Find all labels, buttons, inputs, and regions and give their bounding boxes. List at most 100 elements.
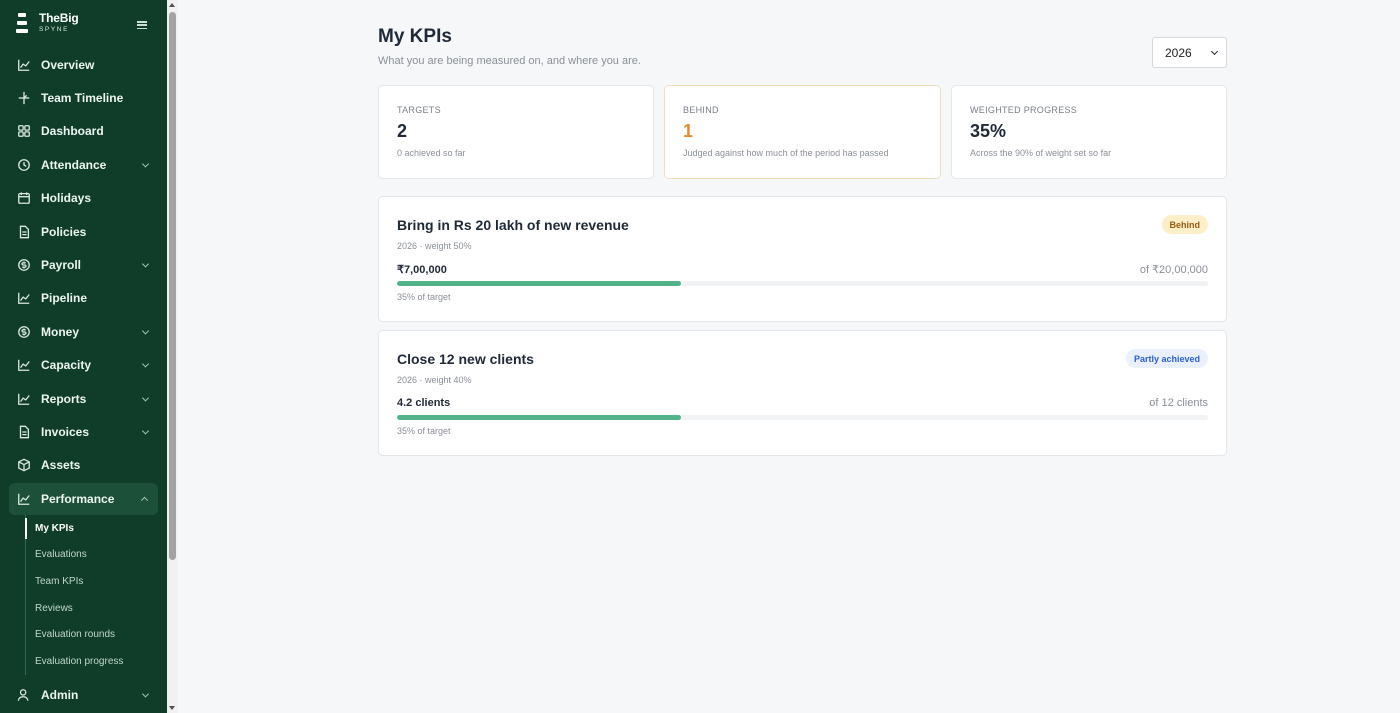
chart-line-icon <box>17 492 31 506</box>
kpi-card[interactable]: Close 12 new clients 2026 · weight 40% 4… <box>378 330 1227 456</box>
brand-subtitle: SPYNE <box>39 26 70 33</box>
sidebar-item-holidays[interactable]: Holidays <box>0 182 167 215</box>
sidebar-item-capacity[interactable]: Capacity <box>0 349 167 382</box>
subnav-item-my-kpis[interactable]: My KPIs <box>26 515 167 542</box>
sidebar-item-overview[interactable]: Overview <box>0 48 167 81</box>
sidebar-item-admin[interactable]: Admin <box>0 679 167 712</box>
sidebar-item-reports[interactable]: Reports <box>0 382 167 415</box>
scroll-up-arrow-icon[interactable] <box>169 3 175 7</box>
sidebar-item-label: Team Timeline <box>41 91 124 106</box>
stat-value: 1 <box>683 121 694 141</box>
stat-note: 0 achieved so far <box>397 148 466 158</box>
kpi-meta: 2026 · weight 40% <box>397 375 472 385</box>
performance-subnav: My KPIs Evaluations Team KPIs Reviews Ev… <box>25 515 167 675</box>
status-badge: Partly achieved <box>1125 349 1208 368</box>
kpi-percent-label: 35% of target <box>397 426 451 436</box>
brand-logo-icon <box>16 12 30 33</box>
chart-line-icon <box>17 291 31 305</box>
stat-card-targets: TARGETS 2 0 achieved so far <box>378 85 654 179</box>
chevron-down-icon <box>141 327 150 335</box>
sidebar-item-money[interactable]: Money <box>0 315 167 348</box>
kpi-target-value: of ₹20,00,000 <box>1139 264 1208 276</box>
stat-card-weighted-progress: WEIGHTED PROGRESS 35% Across the 90% of … <box>951 85 1227 179</box>
sidebar-item-assets[interactable]: Assets <box>0 449 167 482</box>
scrollbar-thumb[interactable] <box>169 12 176 560</box>
stat-label: TARGETS <box>397 105 441 115</box>
chart-line-icon <box>17 58 31 72</box>
kpi-progress-bar <box>397 281 1208 286</box>
stat-value: 35% <box>970 121 1007 141</box>
chevron-down-icon <box>141 394 150 402</box>
sidebar-item-payroll[interactable]: Payroll <box>0 248 167 281</box>
document-icon <box>17 425 31 439</box>
kpi-meta: 2026 · weight 50% <box>397 241 472 251</box>
stat-note: Across the 90% of weight set so far <box>970 148 1112 158</box>
currency-icon <box>17 258 31 272</box>
kpi-target-value: of 12 clients <box>1149 397 1208 409</box>
chart-line-icon <box>17 392 31 406</box>
chevron-down-icon <box>141 260 150 268</box>
chart-line-icon <box>17 358 31 372</box>
kpi-title: Bring in Rs 20 lakh of new revenue <box>397 217 629 233</box>
sidebar-item-performance[interactable]: Performance <box>9 483 158 516</box>
currency-icon <box>17 325 31 339</box>
sidebar-item-label: Money <box>41 324 80 339</box>
brand[interactable]: TheBig SPYNE <box>16 12 79 34</box>
page-title: My KPIs <box>378 26 452 47</box>
scroll-down-arrow-icon[interactable] <box>169 706 175 710</box>
grid-icon <box>17 124 31 138</box>
chevron-down-icon <box>141 360 150 368</box>
stat-note: Judged against how much of the period ha… <box>683 148 889 158</box>
chevron-down-icon <box>141 160 150 168</box>
subnav-item-evaluation-rounds[interactable]: Evaluation rounds <box>26 621 167 648</box>
kpi-progress-bar <box>397 415 1208 420</box>
menu-toggle-icon[interactable] <box>137 21 147 29</box>
sidebar-item-label: Dashboard <box>41 124 104 139</box>
clock-icon <box>17 158 31 172</box>
kpi-current-value: 4.2 clients <box>397 397 451 409</box>
sidebar-item-label: Policies <box>41 224 87 239</box>
stat-value: 2 <box>397 121 408 141</box>
kpi-progress-fill <box>397 281 681 286</box>
subnav-item-reviews[interactable]: Reviews <box>26 595 167 622</box>
subnav-item-team-kpis[interactable]: Team KPIs <box>26 568 167 595</box>
year-select[interactable]: 2026 <box>1152 37 1227 68</box>
sidebar: TheBig SPYNE Overview Team Timeline Dash… <box>0 0 167 713</box>
sidebar-item-team-timeline[interactable]: Team Timeline <box>0 81 167 114</box>
status-badge: Behind <box>1161 215 1208 234</box>
subnav-item-evaluations[interactable]: Evaluations <box>26 542 167 569</box>
sidebar-item-pipeline[interactable]: Pipeline <box>0 282 167 315</box>
year-select-value: 2026 <box>1165 45 1192 60</box>
sidebar-item-label: Admin <box>41 688 79 703</box>
sidebar-item-label: Invoices <box>41 424 90 439</box>
sidebar-item-label: Holidays <box>41 191 92 206</box>
sidebar-item-label: Overview <box>41 57 95 72</box>
user-icon <box>17 688 31 702</box>
sidebar-item-label: Payroll <box>41 258 82 273</box>
sidebar-scrollbar[interactable] <box>167 0 178 713</box>
sidebar-item-label: Assets <box>41 458 81 473</box>
sidebar-item-invoices[interactable]: Invoices <box>0 415 167 448</box>
subnav-item-evaluation-progress[interactable]: Evaluation progress <box>26 648 167 675</box>
sidebar-item-label: Attendance <box>41 157 107 172</box>
chevron-up-icon <box>140 496 149 504</box>
kpi-progress-fill <box>397 415 681 420</box>
sidebar-item-label: Capacity <box>41 358 92 373</box>
kpi-percent-label: 35% of target <box>397 292 451 302</box>
timeline-icon <box>17 91 31 105</box>
sidebar-item-attendance[interactable]: Attendance <box>0 148 167 181</box>
stat-label: WEIGHTED PROGRESS <box>970 105 1078 115</box>
page-subtitle: What you are being measured on, and wher… <box>378 55 641 67</box>
document-icon <box>17 225 31 239</box>
kpi-card[interactable]: Bring in Rs 20 lakh of new revenue 2026 … <box>378 196 1227 322</box>
kpi-current-value: ₹7,00,000 <box>397 264 447 276</box>
sidebar-item-label: Pipeline <box>41 291 88 306</box>
calendar-icon <box>17 191 31 205</box>
chevron-down-icon <box>1210 47 1219 56</box>
kpi-title: Close 12 new clients <box>397 351 534 367</box>
sidebar-item-policies[interactable]: Policies <box>0 215 167 248</box>
sidebar-item-label: Reports <box>41 391 87 406</box>
sidebar-item-label: Performance <box>41 492 115 507</box>
sidebar-item-dashboard[interactable]: Dashboard <box>0 115 167 148</box>
active-marker <box>25 518 27 540</box>
